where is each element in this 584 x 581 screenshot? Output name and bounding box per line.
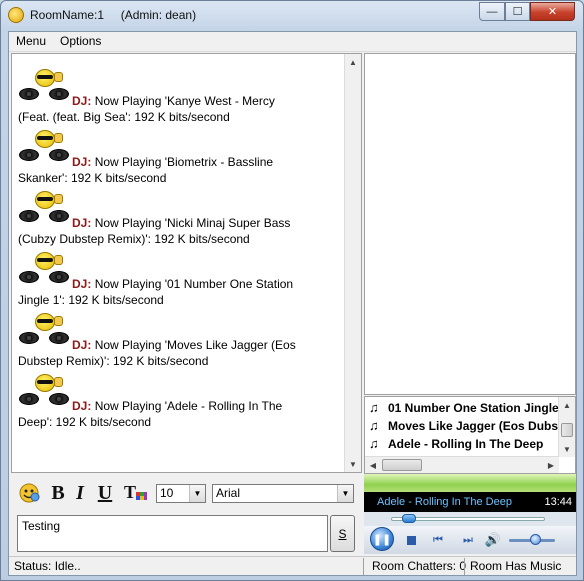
dj-label: DJ: — [72, 155, 92, 169]
underline-button[interactable]: U — [95, 482, 115, 504]
message-line: Now Playing 'Adele - Rolling In The — [94, 399, 283, 413]
chat-scrollbar[interactable]: ▲ ▼ — [344, 54, 361, 472]
seek-bar[interactable] — [364, 512, 576, 526]
status-divider — [464, 558, 465, 575]
chat-message: DJ: Now Playing 'Biometrix - Bassline Sk… — [18, 130, 338, 185]
playlist-item[interactable]: ♫ Adele - Rolling In The Deep — [366, 435, 560, 453]
chat-message: DJ: Now Playing '01 Number One Station J… — [18, 252, 338, 307]
close-button[interactable]: ✕ — [530, 2, 575, 21]
music-note-icon: ♫ — [369, 436, 379, 451]
maximize-button[interactable]: ☐ — [505, 2, 530, 21]
playlist-item-label: Moves Like Jagger (Eos Dubst — [388, 419, 560, 433]
text-color-icon[interactable]: T — [123, 482, 149, 504]
message-line: Deep': 192 K bits/second — [18, 415, 152, 429]
message-line: Now Playing 'Kanye West - Mercy — [94, 94, 275, 108]
seek-thumb[interactable] — [402, 514, 417, 523]
dj-label: DJ: — [72, 338, 92, 352]
font-name-select[interactable]: Arial ▼ — [212, 484, 354, 503]
room-music-status: Room Has Music — [470, 559, 562, 573]
dj-emote-icon — [18, 191, 78, 223]
dj-emote-icon — [18, 69, 78, 101]
playlist-item[interactable]: ♫ 01 Number One Station Jingle — [366, 399, 560, 417]
message-line: (Cubzy Dubstep Remix)': 192 K bits/secon… — [18, 232, 250, 246]
status-text: Status: Idle.. — [14, 559, 81, 573]
playlist-scrollbar[interactable]: ▲ ▼ — [558, 397, 575, 457]
message-line: Now Playing 'Biometrix - Bassline — [94, 155, 274, 169]
music-note-icon: ♫ — [369, 400, 379, 415]
message-line: Now Playing 'Nicki Minaj Super Bass — [94, 216, 291, 230]
playlist-item[interactable]: ♫ Moves Like Jagger (Eos Dubst — [366, 417, 560, 435]
message-line: Now Playing '01 Number One Station — [94, 277, 294, 291]
user-list[interactable] — [364, 53, 576, 395]
font-name-value: Arial — [216, 486, 241, 500]
menu-bar: Menu Options — [9, 32, 576, 52]
media-player: Adele - Rolling In The Deep 13:44 ❚❚ ⏮ ⏭… — [364, 474, 576, 554]
status-bar: Status: Idle.. Room Chatters: 0 Room Has… — [9, 556, 576, 575]
scroll-thumb[interactable] — [561, 423, 573, 437]
dj-label: DJ: — [72, 277, 92, 291]
bold-button[interactable]: B — [49, 482, 67, 504]
font-size-select[interactable]: 10 ▼ — [156, 484, 206, 503]
scroll-down-arrow-icon[interactable]: ▼ — [559, 441, 575, 457]
italic-button[interactable]: I — [71, 482, 89, 504]
dj-emote-icon — [18, 374, 78, 406]
stop-button[interactable] — [404, 530, 418, 550]
scroll-down-arrow-icon[interactable]: ▼ — [345, 456, 361, 472]
formatting-toolbar: B I U T 10 ▼ Arial ▼ — [11, 478, 362, 506]
chat-message: DJ: Now Playing 'Kanye West - Mercy (Fea… — [18, 69, 338, 124]
menu-item-options[interactable]: Options — [53, 32, 108, 51]
scroll-left-arrow-icon[interactable]: ◀ — [365, 457, 381, 473]
app-icon — [8, 7, 24, 23]
pause-button[interactable]: ❚❚ — [370, 527, 394, 551]
player-controls: ❚❚ ⏮ ⏭ 🔊 — [364, 526, 576, 554]
scroll-up-arrow-icon[interactable]: ▲ — [345, 54, 361, 70]
minimize-button[interactable]: — — [479, 2, 505, 21]
playlist-hscrollbar[interactable]: ◀ ▶ — [365, 456, 559, 473]
room-chatters-count: Room Chatters: 0 — [372, 559, 467, 573]
dj-label: DJ: — [72, 216, 92, 230]
message-line: Jingle 1': 192 K bits/second — [18, 293, 164, 307]
client-area: Menu Options DJ: Now Playing 'Kanye West… — [8, 31, 577, 576]
visualizer — [364, 474, 576, 492]
playlist-item-label: 01 Number One Station Jingle — [388, 401, 559, 415]
dj-label: DJ: — [72, 94, 92, 108]
chat-message: DJ: Now Playing 'Moves Like Jagger (Eos … — [18, 313, 338, 368]
dj-emote-icon — [18, 130, 78, 162]
message-line: Dubstep Remix)': 192 K bits/second — [18, 354, 209, 368]
music-note-icon: ♫ — [369, 418, 379, 433]
message-line: Now Playing 'Moves Like Jagger (Eos — [94, 338, 296, 352]
font-size-value: 10 — [160, 486, 174, 500]
message-line: (Feat. (feat. Big Sea': 192 K bits/secon… — [18, 110, 230, 124]
chat-message: DJ: Now Playing 'Adele - Rolling In The … — [18, 374, 338, 429]
window-title: RoomName:1 (Admin: dean) — [30, 8, 197, 22]
chevron-down-icon[interactable]: ▼ — [337, 485, 353, 502]
volume-slider-thumb[interactable] — [530, 534, 541, 545]
svg-text:T: T — [124, 482, 136, 502]
volume-icon[interactable]: 🔊 — [484, 530, 502, 550]
now-playing-title: Adele - Rolling In The Deep — [377, 496, 512, 508]
status-divider — [363, 558, 364, 575]
chat-log[interactable]: DJ: Now Playing 'Kanye West - Mercy (Fea… — [11, 53, 362, 473]
menu-item-menu[interactable]: Menu — [9, 32, 53, 51]
app-window: RoomName:1 (Admin: dean) — ☐ ✕ Menu Opti… — [0, 0, 584, 581]
track-time: 13:44 — [544, 496, 572, 508]
title-bar[interactable]: RoomName:1 (Admin: dean) — ☐ ✕ — [1, 1, 583, 30]
playlist-item-label: Adele - Rolling In The Deep — [388, 437, 544, 451]
chevron-down-icon[interactable]: ▼ — [189, 485, 205, 502]
next-track-icon[interactable]: ⏭ — [460, 530, 476, 550]
dj-emote-icon — [18, 252, 78, 284]
now-playing-bar: Adele - Rolling In The Deep 13:44 — [364, 492, 576, 512]
emoticon-icon[interactable] — [17, 482, 41, 504]
message-input[interactable]: Testing — [17, 515, 328, 552]
playlist[interactable]: ♫ 01 Number One Station Jingle ♫ Moves Lik… — [364, 396, 576, 474]
dj-emote-icon — [18, 313, 78, 345]
message-line: Skanker': 192 K bits/second — [18, 171, 167, 185]
chat-message: DJ: Now Playing 'Nicki Minaj Super Bass … — [18, 191, 338, 246]
scroll-right-arrow-icon[interactable]: ▶ — [543, 457, 559, 473]
scroll-thumb[interactable] — [382, 459, 422, 471]
scroll-up-arrow-icon[interactable]: ▲ — [559, 397, 575, 413]
send-button[interactable]: S — [330, 515, 355, 552]
dj-label: DJ: — [72, 399, 92, 413]
previous-track-icon[interactable]: ⏮ — [430, 530, 446, 550]
